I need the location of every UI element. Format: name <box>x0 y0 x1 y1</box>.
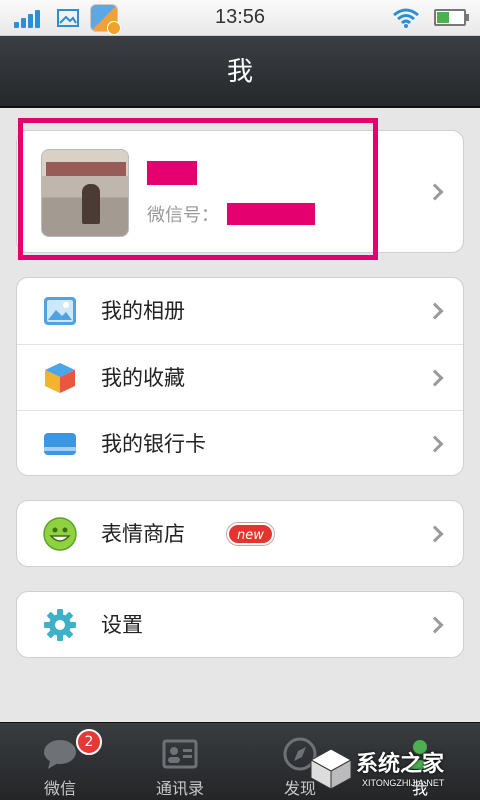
status-bar: 13:56 <box>0 0 480 36</box>
tab-contacts[interactable]: 通讯录 <box>120 723 240 800</box>
chevron-right-icon <box>426 616 444 634</box>
watermark: 系统之家 XITONGZHIJIA.NET <box>304 742 474 796</box>
menu-item-label: 我的相册 <box>101 299 185 323</box>
gear-icon <box>44 609 76 641</box>
menu-item-album[interactable]: 我的相册 <box>17 278 463 344</box>
chevron-right-icon <box>426 302 444 320</box>
unread-badge: 2 <box>76 729 102 755</box>
favorites-cube-icon <box>45 363 75 393</box>
wechat-id-redacted <box>227 203 315 225</box>
chevron-right-icon <box>426 435 444 453</box>
tab-chats[interactable]: 2 微信 <box>0 723 120 800</box>
title-bar: 我 <box>0 36 480 108</box>
menu-item-label: 我的收藏 <box>101 366 185 390</box>
menu-item-settings[interactable]: 设置 <box>17 592 463 657</box>
menu-group-sticker: 表情商店 new <box>16 500 464 567</box>
profile-card[interactable]: 微信号： <box>16 130 464 253</box>
wifi-icon <box>393 8 419 28</box>
chevron-right-icon <box>426 369 444 387</box>
watermark-url: XITONGZHIJIA.NET <box>362 778 445 788</box>
menu-item-sticker-store[interactable]: 表情商店 new <box>17 501 463 566</box>
watermark-text: 系统之家 <box>356 752 445 777</box>
album-icon <box>44 297 76 325</box>
tab-label: 通讯录 <box>155 779 204 798</box>
contacts-card-icon <box>162 739 198 769</box>
watermark-logo-icon <box>309 748 353 790</box>
chat-bubble-icon <box>44 740 76 769</box>
menu-group-personal: 我的相册 我的收藏 我的银行卡 <box>16 277 464 476</box>
status-time: 13:56 <box>214 6 266 28</box>
tab-label: 微信 <box>43 779 76 798</box>
picture-icon <box>57 9 79 27</box>
chevron-right-icon <box>426 525 444 543</box>
menu-group-settings: 设置 <box>16 591 464 658</box>
page-title: 我 <box>226 57 253 87</box>
menu-item-favorites[interactable]: 我的收藏 <box>17 344 463 410</box>
signal-icon <box>14 8 46 28</box>
menu-item-label: 我的银行卡 <box>101 432 206 456</box>
menu-item-bank-card[interactable]: 我的银行卡 <box>17 410 463 475</box>
new-badge: new <box>227 523 274 545</box>
bank-card-icon <box>44 433 76 455</box>
menu-item-label: 设置 <box>101 613 143 637</box>
battery-icon <box>434 9 469 26</box>
chevron-right-icon <box>426 183 444 201</box>
wechat-id-label: 微信号： <box>147 205 219 226</box>
avatar[interactable] <box>41 149 129 237</box>
app-icon <box>90 4 121 35</box>
profile-name-redacted <box>147 161 197 185</box>
menu-item-label: 表情商店 <box>101 522 185 546</box>
smiley-icon <box>43 517 77 551</box>
